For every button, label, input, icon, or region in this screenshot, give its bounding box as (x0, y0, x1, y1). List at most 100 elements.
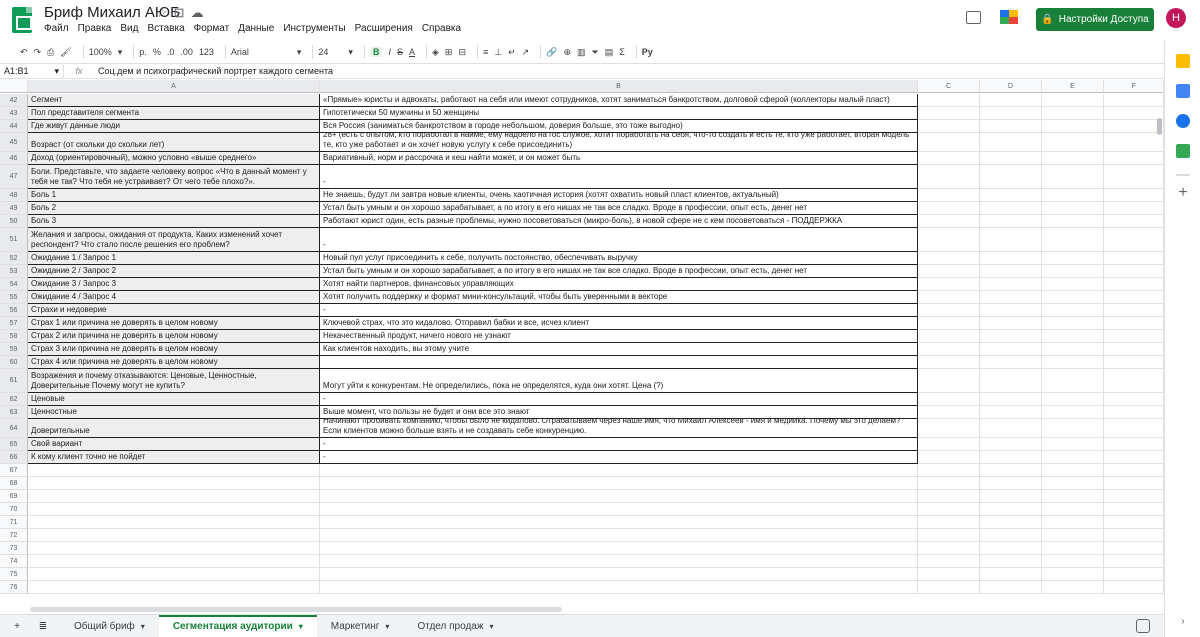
row-number[interactable]: 75 (0, 568, 28, 581)
cell-d[interactable] (980, 451, 1042, 464)
row-number[interactable]: 68 (0, 477, 28, 490)
valign-icon[interactable]: ⊥ (494, 47, 502, 58)
functions-icon[interactable]: Σ (619, 47, 625, 57)
cell-b[interactable] (320, 581, 918, 594)
cell-c[interactable] (918, 356, 980, 369)
cell-f[interactable] (1104, 490, 1164, 503)
cell-c[interactable] (918, 228, 980, 252)
currency-button[interactable]: р. (139, 47, 147, 57)
cell-d[interactable] (980, 107, 1042, 120)
cell-f[interactable] (1104, 343, 1164, 356)
chevron-right-icon[interactable]: › (1176, 615, 1190, 629)
cell-e[interactable] (1042, 252, 1104, 265)
cell-a[interactable]: Ожидание 1 / Запрос 1 (28, 252, 320, 265)
cell-a[interactable]: Доверительные (28, 419, 320, 438)
cell-a[interactable]: Ожидание 3 / Запрос 3 (28, 278, 320, 291)
borders-icon[interactable]: ⊞ (445, 47, 453, 58)
cell-c[interactable] (918, 189, 980, 202)
cell-b[interactable] (320, 555, 918, 568)
cell-b[interactable]: Хотят найти партнеров, финансовых управл… (320, 278, 918, 291)
cell-b[interactable] (320, 516, 918, 529)
cell-f[interactable] (1104, 393, 1164, 406)
cell-c[interactable] (918, 451, 980, 464)
cell-e[interactable] (1042, 393, 1104, 406)
decrease-decimal-button[interactable]: .0 (167, 47, 175, 57)
cell-c[interactable] (918, 581, 980, 594)
cell-e[interactable] (1042, 133, 1104, 152)
cell-a[interactable] (28, 555, 320, 568)
text-color-button[interactable]: A (409, 47, 415, 57)
row-number[interactable]: 51 (0, 228, 28, 252)
undo-icon[interactable]: ↶ (20, 47, 28, 58)
cell-d[interactable] (980, 189, 1042, 202)
cell-f[interactable] (1104, 252, 1164, 265)
wrap-icon[interactable]: ↵ (508, 47, 516, 58)
cell-d[interactable] (980, 343, 1042, 356)
cell-e[interactable] (1042, 581, 1104, 594)
cell-c[interactable] (918, 107, 980, 120)
cell-c[interactable] (918, 419, 980, 438)
cell-b[interactable]: Устал быть умным и он хорошо зарабатывае… (320, 202, 918, 215)
menu-help[interactable]: Справка (422, 23, 461, 34)
maps-icon[interactable] (1176, 144, 1190, 158)
cell-b[interactable]: Вся Россия (заниматься банкротством в го… (320, 120, 918, 133)
cell-e[interactable] (1042, 369, 1104, 393)
cell-c[interactable] (918, 330, 980, 343)
cell-d[interactable] (980, 529, 1042, 542)
cell-e[interactable] (1042, 568, 1104, 581)
cell-b[interactable]: Как клиентов находить, вы этому учите (320, 343, 918, 356)
cell-c[interactable] (918, 477, 980, 490)
menu-edit[interactable]: Правка (78, 23, 112, 34)
cell-d[interactable] (980, 393, 1042, 406)
cell-b[interactable] (320, 503, 918, 516)
row-number[interactable]: 50 (0, 215, 28, 228)
row-number[interactable]: 52 (0, 252, 28, 265)
row-number[interactable]: 58 (0, 330, 28, 343)
cell-f[interactable] (1104, 165, 1164, 189)
cell-f[interactable] (1104, 265, 1164, 278)
row-number[interactable]: 49 (0, 202, 28, 215)
cell-a[interactable]: Ценовые (28, 393, 320, 406)
cell-f[interactable] (1104, 107, 1164, 120)
cell-b[interactable]: Работают юрист один, есть разные проблем… (320, 215, 918, 228)
cell-e[interactable] (1042, 555, 1104, 568)
cell-b[interactable] (320, 356, 918, 369)
strikethrough-button[interactable]: S (397, 47, 403, 57)
cell-f[interactable] (1104, 202, 1164, 215)
cell-e[interactable] (1042, 189, 1104, 202)
column-header[interactable]: A (28, 80, 320, 93)
cell-d[interactable] (980, 133, 1042, 152)
sheet-tab[interactable]: Сегментация аудитории ▾ (158, 615, 317, 637)
row-number[interactable]: 70 (0, 503, 28, 516)
cell-b[interactable]: 28+ (есть с опытом, кто поработал в найм… (320, 133, 918, 152)
row-number[interactable]: 61 (0, 369, 28, 393)
cell-c[interactable] (918, 369, 980, 393)
rotate-icon[interactable]: ↗ (522, 47, 530, 58)
cell-a[interactable] (28, 542, 320, 555)
cell-a[interactable]: Страхи и недоверие (28, 304, 320, 317)
row-number[interactable]: 54 (0, 278, 28, 291)
cell-c[interactable] (918, 503, 980, 516)
cell-d[interactable] (980, 581, 1042, 594)
column-header[interactable]: C (918, 80, 980, 93)
column-header[interactable]: B (320, 80, 918, 93)
cell-b[interactable]: Гипотетически 50 мужчины и 50 женщины (320, 107, 918, 120)
cell-b[interactable]: Хотят получить поддержку и формат мини-к… (320, 291, 918, 304)
cell-f[interactable] (1104, 464, 1164, 477)
cell-b[interactable]: - (320, 304, 918, 317)
horizontal-scrollbar[interactable] (30, 607, 562, 612)
cell-e[interactable] (1042, 406, 1104, 419)
cell-b[interactable]: Выше момент, что пользы не будет и они в… (320, 406, 918, 419)
cell-a[interactable] (28, 529, 320, 542)
keep-icon[interactable] (1176, 54, 1190, 68)
percent-button[interactable]: % (153, 47, 161, 57)
cell-e[interactable] (1042, 317, 1104, 330)
cell-f[interactable] (1104, 120, 1164, 133)
comments-icon[interactable] (966, 11, 981, 24)
cell-d[interactable] (980, 330, 1042, 343)
cell-a[interactable]: Свой вариант (28, 438, 320, 451)
row-number[interactable]: 67 (0, 464, 28, 477)
cell-f[interactable] (1104, 419, 1164, 438)
cell-b[interactable]: Ключевой страх, что это кидалово. Отправ… (320, 317, 918, 330)
menu-tools[interactable]: Инструменты (283, 23, 345, 34)
